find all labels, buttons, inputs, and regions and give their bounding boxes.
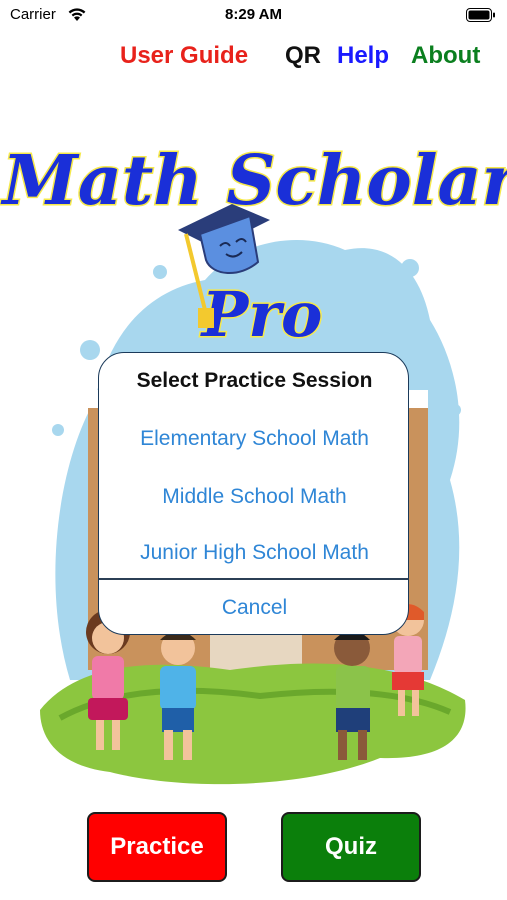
sheet-title: Select Practice Session: [136, 369, 373, 392]
sheet-divider: [99, 578, 408, 580]
cancel-button[interactable]: Cancel: [99, 596, 408, 620]
practice-session-sheet: Select Practice Session Elementary Schoo…: [98, 352, 409, 635]
option-middle-school-math[interactable]: Middle School Math: [99, 485, 408, 509]
option-junior-high-school-math[interactable]: Junior High School Math: [99, 541, 408, 565]
practice-button[interactable]: Practice: [87, 812, 227, 882]
option-elementary-school-math[interactable]: Elementary School Math: [99, 427, 408, 451]
quiz-button[interactable]: Quiz: [281, 812, 421, 882]
